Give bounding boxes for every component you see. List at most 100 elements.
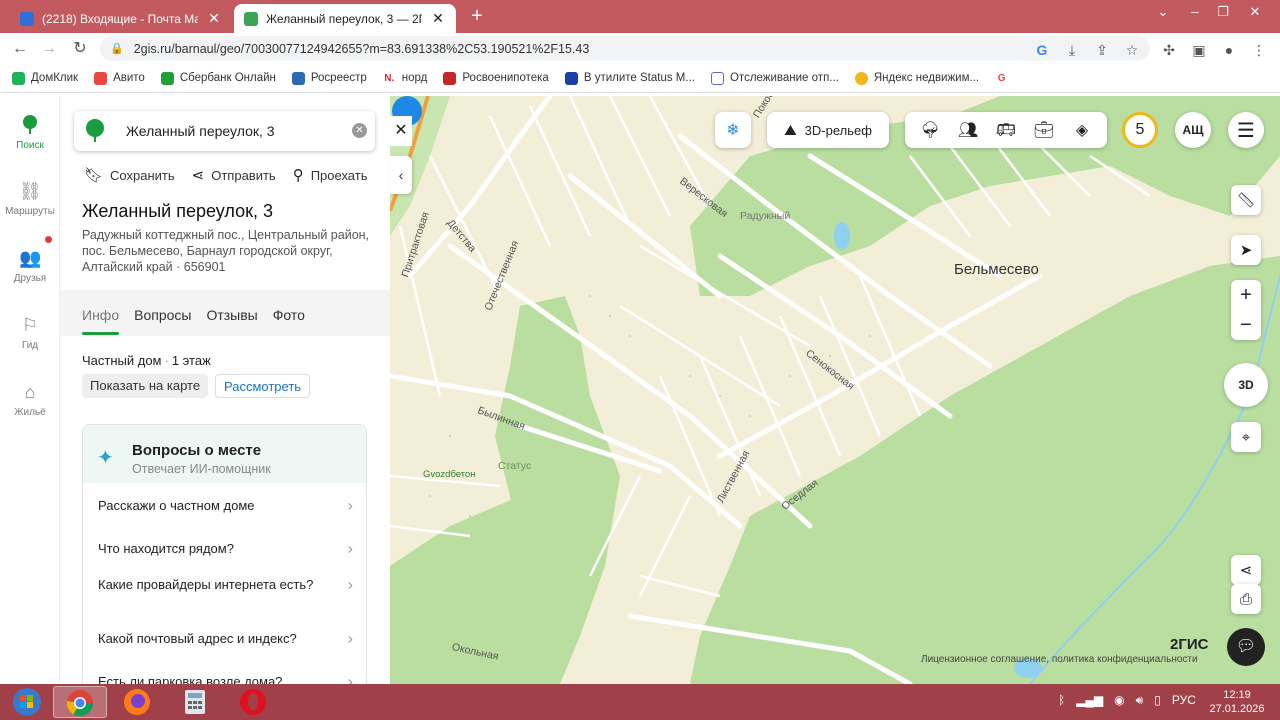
bookmark-nord[interactable]: N. норд xyxy=(382,71,427,85)
qa-question[interactable]: Есть ли парковка возле дома? › xyxy=(98,673,353,684)
tab-2gis[interactable]: Желанный переулок, 3 — 2ГИС ✕ xyxy=(234,4,456,33)
hamburger-menu-icon[interactable]: ☰ xyxy=(1228,112,1264,148)
snowflake-icon[interactable]: ❄ xyxy=(715,112,751,148)
search-input[interactable]: Желанный переулок, 3 ✕ xyxy=(74,111,375,151)
routes-icon: ⛓ xyxy=(19,181,42,201)
qa-header: ✦ Вопросы о месте Отвечает ИИ-помощник xyxy=(83,425,366,483)
transport-layer-icon[interactable]: 🚌︎ xyxy=(994,120,1018,140)
bookmark-yandex[interactable]: Яндекс недвижим... xyxy=(854,71,979,85)
business-layer-icon[interactable]: 💼︎ xyxy=(1032,120,1056,140)
zoom-level-badge[interactable]: 5 xyxy=(1122,112,1158,148)
bookmark-rosvoenipoteka[interactable]: Росвоенипотека xyxy=(443,71,549,85)
clear-search-icon[interactable]: ✕ xyxy=(352,123,367,138)
zoom-out-icon[interactable]: − xyxy=(1231,310,1261,340)
qa-card: ✦ Вопросы о месте Отвечает ИИ-помощник Р… xyxy=(82,424,367,684)
taskbar-opera[interactable] xyxy=(226,686,280,718)
tab-info[interactable]: Инфо xyxy=(82,307,120,335)
bookmark-sber[interactable]: Сбербанк Онлайн xyxy=(160,71,276,85)
security-icon[interactable]: ◉ xyxy=(1114,693,1124,708)
sidepanel-icon[interactable]: ▣ xyxy=(1190,41,1208,59)
qa-question[interactable]: Расскажи о частном доме › xyxy=(98,497,353,514)
relief-3d-button[interactable]: ⛰ 3D-рельеф xyxy=(767,112,889,148)
tab-close-icon[interactable]: ✕ xyxy=(206,10,222,27)
poi-gvozdbeton[interactable]: Gvozdбетон xyxy=(423,469,476,480)
nav-housing[interactable]: ⌂ Жильё xyxy=(0,381,60,418)
language-indicator[interactable]: РУС xyxy=(1172,693,1196,708)
2gis-logo[interactable]: 2ГИС xyxy=(1170,636,1208,653)
park-layer-icon[interactable]: 🌳︎ xyxy=(918,120,942,140)
qa-question[interactable]: Какой почтовый адрес и индекс? › xyxy=(98,630,353,647)
calculator-icon xyxy=(185,690,205,714)
building-type: Частный дом xyxy=(82,353,162,368)
close-panel-icon[interactable]: ✕ xyxy=(390,116,412,146)
poi-status[interactable]: Статус xyxy=(498,460,531,472)
volume-icon[interactable]: 🔊︎ xyxy=(1136,693,1144,708)
qa-question[interactable]: Какие провайдеры интернета есть? › xyxy=(98,576,353,593)
tab-mail[interactable]: (2218) Входящие - Почта Mail ✕ xyxy=(10,4,232,33)
zoom-in-icon[interactable]: + xyxy=(1231,280,1261,310)
chrome-icon xyxy=(66,690,94,717)
taskbar-clock[interactable]: 12:19 27.01.2026 xyxy=(1208,688,1266,716)
chat-icon[interactable]: 💬︎ xyxy=(1227,628,1265,666)
nav-guide[interactable]: ⚐ Гид xyxy=(0,314,60,351)
new-tab-icon[interactable]: + xyxy=(466,5,488,28)
profile-icon[interactable]: ● xyxy=(1220,41,1238,59)
extensions-icon[interactable]: ✣ xyxy=(1160,41,1178,59)
minimize-icon[interactable]: – xyxy=(1184,4,1206,19)
forward-icon[interactable]: → xyxy=(38,38,60,60)
bookmark-rosreestr[interactable]: Росреестр xyxy=(291,71,367,85)
bookmark-domclick[interactable]: ДомКлик xyxy=(12,71,78,85)
share-icon[interactable]: ⇪ xyxy=(1093,41,1111,59)
star-icon[interactable]: ☆ xyxy=(1123,41,1141,59)
friends-layer-icon[interactable]: 👥︎ xyxy=(956,120,980,140)
my-location-icon[interactable]: ➤ xyxy=(1231,235,1261,265)
route-button[interactable]: ⚲ Проехать xyxy=(293,166,368,184)
taskbar-chrome[interactable] xyxy=(53,686,107,718)
start-button[interactable] xyxy=(0,686,54,718)
legal-link[interactable]: Лицензионное соглашение, политика конфид… xyxy=(921,654,1198,665)
install-icon[interactable]: ⤓ xyxy=(1063,41,1081,59)
map-canvas[interactable]: Вересковая Детства Отечественная Притрак… xyxy=(390,96,1280,684)
taskbar-firefox[interactable] xyxy=(110,686,164,718)
print-icon[interactable]: ⎙ xyxy=(1231,584,1261,614)
bookmark-avito[interactable]: Авито xyxy=(94,71,145,85)
battery-icon[interactable]: ▯ xyxy=(1154,693,1161,708)
bookmark-status[interactable]: В утилите Status M... xyxy=(564,71,695,85)
nav-search[interactable]: Поиск xyxy=(0,114,60,151)
send-button[interactable]: ⋖ Отправить xyxy=(192,166,276,184)
address-bar[interactable]: 🔒 2gis.ru/barnaul/geo/70030077124942655?… xyxy=(100,36,1150,61)
tab-search-icon[interactable]: ⌄ xyxy=(1152,4,1174,20)
save-button[interactable]: 🔖︎ Сохранить xyxy=(84,166,175,184)
bookmark-google[interactable]: G xyxy=(995,71,1014,85)
nav-routes[interactable]: ⛓ Маршруты xyxy=(0,180,60,217)
share-icon[interactable]: ⋖ xyxy=(1231,555,1261,585)
bookmark-tracking[interactable]: Отслеживание отп... xyxy=(710,71,839,85)
collapse-panel-icon[interactable]: ‹ xyxy=(390,156,412,194)
more-menu-icon[interactable]: ⋮ xyxy=(1250,41,1268,59)
tab-close-icon[interactable]: ✕ xyxy=(430,10,446,27)
qa-question[interactable]: Что находится рядом? › xyxy=(98,540,353,557)
browser-toolbar: ← → ↻ 🔒 2gis.ru/barnaul/geo/700300771249… xyxy=(0,33,1280,64)
back-icon[interactable]: ← xyxy=(9,38,31,60)
taskbar-calculator[interactable] xyxy=(168,686,222,718)
tab-questions[interactable]: Вопросы xyxy=(134,307,191,335)
nav-friends[interactable]: 👥 Друзья xyxy=(0,247,60,284)
user-avatar[interactable]: АЩ xyxy=(1175,112,1211,148)
tab-photos[interactable]: Фото xyxy=(273,307,305,335)
map-pin-outline-icon[interactable]: ⌖ xyxy=(1231,422,1261,452)
ruler-icon[interactable]: 📏︎ xyxy=(1231,185,1261,215)
restore-icon[interactable]: ❐ xyxy=(1212,4,1234,20)
reload-icon[interactable]: ↻ xyxy=(69,38,91,60)
chevron-right-icon: › xyxy=(347,497,353,514)
window-close-icon[interactable]: ✕ xyxy=(1244,4,1266,20)
google-icon[interactable]: G xyxy=(1033,41,1051,59)
show-on-map-button[interactable]: Показать на карте xyxy=(82,374,209,398)
3d-toggle-button[interactable]: 3D xyxy=(1224,363,1268,407)
chevron-right-icon: › xyxy=(347,540,353,557)
signal-icon[interactable]: ▂▄▆ xyxy=(1076,693,1103,708)
layers-icon[interactable]: ◈ xyxy=(1070,120,1094,140)
view-button[interactable]: Рассмотреть xyxy=(215,374,311,398)
tab-reviews[interactable]: Отзывы xyxy=(206,307,257,335)
place-actions: 🔖︎ Сохранить ⋖ Отправить ⚲ Проехать xyxy=(84,166,384,184)
bluetooth-icon[interactable]: ᛒ xyxy=(1058,693,1065,708)
